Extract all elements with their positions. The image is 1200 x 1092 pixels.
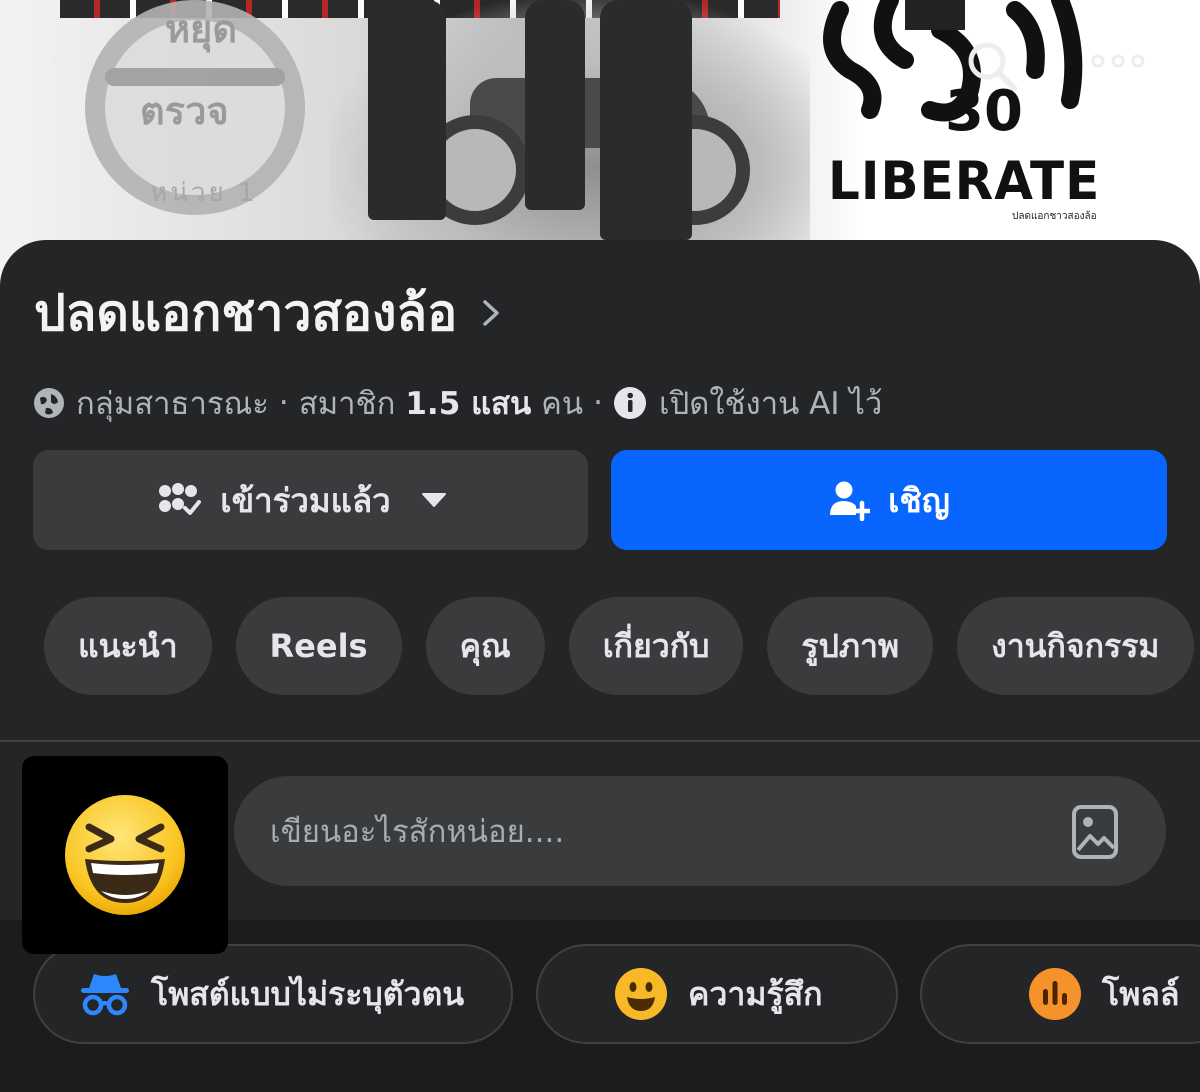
sign-word: ตรวจ: [140, 88, 229, 133]
info-icon[interactable]: [613, 386, 647, 420]
feeling-label: ความรู้สึก: [688, 974, 823, 1013]
post-composer[interactable]: เขียนอะไรสักหน่อย....: [234, 776, 1166, 886]
poll-button[interactable]: โพลล์: [920, 944, 1200, 1044]
caret-down-icon: [421, 493, 446, 507]
officer-figure: [600, 0, 692, 240]
add-person-icon: [830, 481, 871, 521]
chevron-left-icon[interactable]: [44, 30, 84, 90]
search-icon[interactable]: [962, 36, 1022, 96]
members-suffix: คน: [541, 386, 584, 422]
liberate-logo-text: LIBERATE: [828, 150, 1101, 212]
officer-figure: [525, 0, 585, 210]
tab-you[interactable]: คุณ: [425, 597, 545, 695]
invite-button[interactable]: เชิญ: [611, 450, 1167, 550]
separator: ·: [278, 385, 289, 421]
feeling-button[interactable]: ความรู้สึก: [536, 944, 898, 1044]
tab-featured[interactable]: แนะนำ: [44, 597, 212, 695]
joined-button[interactable]: เข้าร่วมแล้ว: [33, 450, 588, 550]
more-horizontal-icon[interactable]: [1088, 46, 1148, 76]
separator: ·: [593, 385, 603, 421]
tab-photos[interactable]: รูปภาพ: [767, 597, 934, 695]
officer-figure: [368, 0, 446, 220]
avatar[interactable]: [22, 756, 228, 954]
sign-word: หยุด: [165, 6, 237, 51]
group-tabs: แนะนำ Reels คุณ เกี่ยวกับ รูปภาพ งานกิจก…: [44, 597, 1194, 695]
member-count[interactable]: 1.5 แสน: [405, 378, 531, 428]
globe-icon: [34, 388, 64, 418]
group-joined-icon: [159, 483, 202, 515]
group-meta: กลุ่มสาธารณะ · สมาชิก 1.5 แสน คน · เปิดใ…: [32, 378, 882, 428]
incognito-icon: [81, 974, 129, 1016]
ai-status[interactable]: เปิดใช้งาน AI ไว้: [659, 378, 882, 428]
group-name: ปลดแอกชาวสองล้อ: [34, 284, 458, 342]
members-prefix: สมาชิก: [298, 386, 396, 422]
sign-subtext: หน่วย 1: [150, 178, 258, 208]
chevron-right-icon: [483, 300, 499, 326]
poll-label: โพลล์: [1102, 974, 1180, 1013]
broken-chain-logo: 30: [823, 0, 1083, 140]
joined-label: เข้าร่วมแล้ว: [220, 480, 391, 520]
grinning-squinting-face-icon: [65, 795, 185, 915]
photo-icon[interactable]: [1070, 804, 1120, 860]
anonymous-post-button[interactable]: โพสต์แบบไม่ระบุตัวตน: [33, 944, 513, 1044]
poll-icon: [1029, 968, 1081, 1020]
tab-reels[interactable]: Reels: [235, 597, 402, 695]
anonymous-label: โพสต์แบบไม่ระบุตัวตน: [151, 974, 465, 1013]
group-page: หยุด ตรวจ หน่วย 1 30 LIBERATE ปลดแอกชาวส…: [0, 0, 1200, 1092]
tab-about[interactable]: เกี่ยวกับ: [568, 597, 744, 695]
smiley-icon: [615, 968, 667, 1020]
tab-events[interactable]: งานกิจกรรม: [957, 597, 1194, 695]
logo-caption: ปลดแอกชาวสองล้อ: [1012, 211, 1097, 222]
group-title-link[interactable]: ปลดแอกชาวสองล้อ: [34, 288, 501, 338]
invite-label: เชิญ: [888, 480, 950, 520]
composer-placeholder: เขียนอะไรสักหน่อย....: [270, 814, 565, 850]
privacy-label: กลุ่มสาธารณะ: [76, 386, 269, 422]
